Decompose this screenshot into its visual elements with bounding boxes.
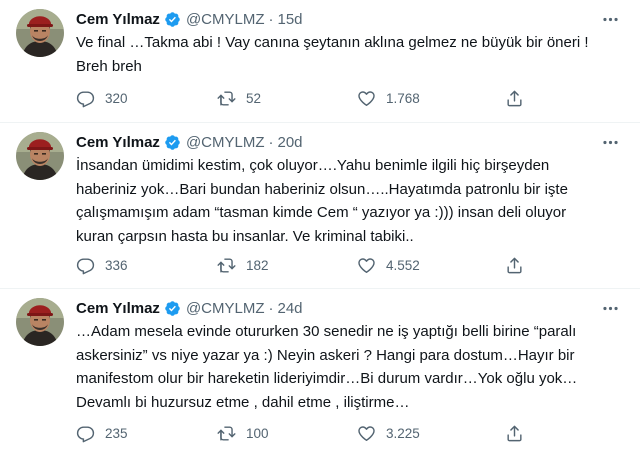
- tweet-text-line: Devamlı bi huzursuz etme , dahil etme , …: [76, 393, 410, 411]
- verified-badge-icon: [164, 134, 181, 151]
- retweet-button[interactable]: 182: [217, 253, 269, 277]
- more-dots-icon[interactable]: [598, 10, 622, 28]
- share-icon: [505, 89, 524, 108]
- author-name[interactable]: Cem Yılmaz: [76, 11, 160, 28]
- tweet-header: Cem Yılmaz @CMYLMZ · 24d: [76, 297, 303, 319]
- separator-dot: ·: [268, 299, 274, 317]
- tweet-feed: Cem Yılmaz @CMYLMZ · 15d Ve final …Takma…: [0, 0, 640, 461]
- retweet-count: 100: [246, 425, 269, 441]
- reply-button[interactable]: 235: [76, 421, 128, 445]
- reply-icon: [76, 89, 95, 108]
- share-button[interactable]: [505, 253, 524, 277]
- avatar[interactable]: [16, 298, 64, 346]
- action-bar: 336 182 4.552: [76, 253, 536, 277]
- avatar[interactable]: [16, 9, 64, 57]
- tweet-text-line: İnsandan ümidimi kestim, çok oluyor….Yah…: [76, 157, 550, 174]
- more-dots-icon[interactable]: [598, 299, 622, 317]
- share-icon: [505, 256, 524, 275]
- timestamp[interactable]: 20d: [278, 134, 303, 151]
- retweet-icon: [217, 424, 236, 443]
- author-handle[interactable]: @CMYLMZ: [186, 134, 265, 151]
- action-bar: 320 52 1.768: [76, 86, 536, 110]
- author-handle[interactable]: @CMYLMZ: [186, 11, 265, 28]
- tweet-text: İnsandan ümidimi kestim, çok oluyor….Yah…: [76, 154, 624, 248]
- share-icon: [505, 424, 524, 443]
- like-count: 4.552: [386, 257, 420, 273]
- tweet-text-line: …Adam mesela evinde otururken 30 senedir…: [76, 323, 577, 340]
- tweet-text-line: kuran çarpsın hasta bu insanlar. Ve krim…: [76, 227, 414, 245]
- reply-count: 336: [105, 257, 128, 273]
- action-bar: 235 100 3.225: [76, 421, 536, 445]
- like-button[interactable]: 4.552: [357, 253, 420, 277]
- like-count: 1.768: [386, 90, 420, 106]
- tweet-text-line: askersiniz” vs niye yazar ya :) Neyin as…: [76, 346, 575, 364]
- tweet[interactable]: Cem Yılmaz @CMYLMZ · 24d …Adam mesela ev…: [0, 289, 640, 461]
- reply-count: 320: [105, 90, 128, 106]
- reply-icon: [76, 256, 95, 275]
- heart-icon: [357, 256, 376, 275]
- tweet-text: …Adam mesela evinde otururken 30 senedir…: [76, 320, 624, 414]
- reply-count: 235: [105, 425, 128, 441]
- share-button[interactable]: [505, 86, 524, 110]
- retweet-button[interactable]: 52: [217, 86, 261, 110]
- tweet-header: Cem Yılmaz @CMYLMZ · 15d: [76, 8, 303, 30]
- author-name[interactable]: Cem Yılmaz: [76, 134, 160, 151]
- retweet-count: 182: [246, 257, 269, 273]
- author-name[interactable]: Cem Yılmaz: [76, 300, 160, 317]
- retweet-button[interactable]: 100: [217, 421, 269, 445]
- like-count: 3.225: [386, 425, 420, 441]
- heart-icon: [357, 424, 376, 443]
- author-handle[interactable]: @CMYLMZ: [186, 300, 265, 317]
- like-button[interactable]: 3.225: [357, 421, 420, 445]
- separator-dot: ·: [268, 10, 274, 28]
- like-button[interactable]: 1.768: [357, 86, 420, 110]
- tweet[interactable]: Cem Yılmaz @CMYLMZ · 15d Ve final …Takma…: [0, 0, 640, 123]
- tweet-text-line: Breh breh: [76, 57, 142, 75]
- heart-icon: [357, 89, 376, 108]
- tweet-header: Cem Yılmaz @CMYLMZ · 20d: [76, 131, 303, 153]
- tweet-text: Ve final …Takma abi ! Vay canına şeytanı…: [76, 31, 624, 78]
- tweet-text-line: manifestom olur bir hareketin lideriyimd…: [76, 370, 578, 387]
- retweet-icon: [217, 89, 236, 108]
- timestamp[interactable]: 24d: [278, 300, 303, 317]
- retweet-count: 52: [246, 90, 262, 106]
- reply-button[interactable]: 320: [76, 86, 128, 110]
- reply-button[interactable]: 336: [76, 253, 128, 277]
- verified-badge-icon: [164, 11, 181, 28]
- share-button[interactable]: [505, 421, 524, 445]
- tweet-text-line: Ve final …Takma abi ! Vay canına şeytanı…: [76, 34, 589, 51]
- tweet-text-line: çalışmamışım adam “tasman kimde Cem “ ya…: [76, 204, 567, 221]
- timestamp[interactable]: 15d: [278, 11, 303, 28]
- avatar[interactable]: [16, 132, 64, 180]
- tweet[interactable]: Cem Yılmaz @CMYLMZ · 20d İnsandan ümidim…: [0, 123, 640, 289]
- separator-dot: ·: [268, 133, 274, 151]
- retweet-icon: [217, 256, 236, 275]
- tweet-text-line: haberiniz yok…Bari bundan haberiniz olsu…: [76, 180, 568, 198]
- more-dots-icon[interactable]: [598, 133, 622, 151]
- verified-badge-icon: [164, 300, 181, 317]
- reply-icon: [76, 424, 95, 443]
